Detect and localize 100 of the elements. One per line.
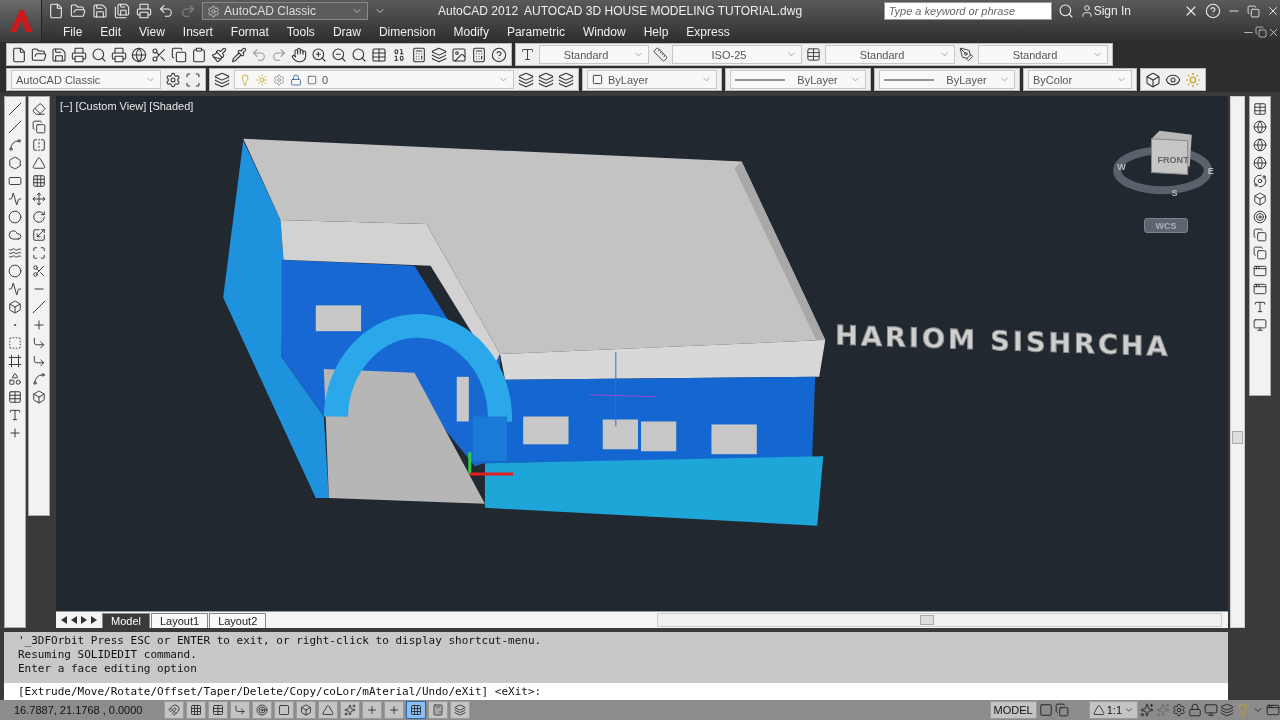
menu-item[interactable]: Format — [221, 25, 278, 39]
block-icon[interactable] — [8, 300, 22, 314]
paste-icon[interactable] — [191, 46, 207, 63]
layout-tab[interactable]: Model — [102, 613, 150, 628]
menu-item[interactable]: Draw — [323, 25, 370, 39]
layout-tab[interactable]: Layout2 — [209, 613, 267, 628]
construction-line-icon[interactable] — [8, 120, 22, 134]
new-file-icon[interactable] — [11, 46, 27, 63]
menu-item[interactable]: Modify — [444, 25, 498, 39]
annotation-scale-button[interactable]: 1:1 — [1088, 701, 1138, 719]
save-icon[interactable] — [51, 46, 67, 63]
zoom-icon[interactable] — [311, 46, 327, 63]
style-dropdown[interactable]: Standard — [539, 45, 649, 64]
property-dropdown[interactable]: ByLayer — [879, 70, 1015, 89]
cube-icon[interactable] — [1253, 192, 1267, 206]
annotation-visibility-icon[interactable] — [1140, 703, 1154, 717]
region-icon[interactable] — [8, 372, 22, 386]
binoculars-icon[interactable] — [1057, 3, 1074, 19]
window-icon[interactable] — [1253, 264, 1267, 278]
table-style-icon[interactable] — [806, 47, 821, 62]
save-as-icon[interactable] — [114, 3, 130, 19]
print-preview-icon[interactable] — [91, 46, 107, 63]
tool-palettes-icon[interactable] — [411, 46, 427, 63]
menu-item[interactable]: Help — [634, 25, 678, 39]
gradient-icon[interactable] — [8, 354, 22, 368]
zoom-window-icon[interactable] — [331, 46, 347, 63]
viewcube-drawing[interactable] — [1151, 130, 1192, 175]
style-dropdown[interactable]: ISO-25 — [672, 45, 802, 64]
text-icon[interactable] — [1253, 300, 1267, 314]
stacked-windows-icon[interactable] — [1253, 246, 1267, 260]
status-toggle[interactable] — [450, 701, 470, 719]
copy-icon[interactable] — [171, 46, 187, 63]
line-icon[interactable] — [8, 102, 22, 116]
layer-properties-icon[interactable] — [214, 71, 230, 88]
stretch-icon[interactable] — [32, 246, 46, 260]
restore-icon[interactable] — [1255, 26, 1267, 38]
leader-style-icon[interactable] — [959, 47, 974, 62]
blend-icon[interactable] — [32, 372, 46, 386]
status-toggle[interactable] — [208, 701, 228, 719]
layout-tab[interactable]: Layout1 — [150, 613, 209, 628]
break-icon[interactable] — [32, 300, 46, 314]
isolate-objects-icon[interactable] — [1220, 703, 1234, 717]
help-icon[interactable] — [491, 46, 507, 63]
publish-icon[interactable] — [111, 46, 127, 63]
chamfer-icon[interactable] — [32, 336, 46, 350]
add-icon[interactable] — [8, 426, 22, 440]
menu-item[interactable]: Edit — [91, 25, 131, 39]
status-toggle[interactable] — [252, 701, 272, 719]
windows-icon[interactable] — [1253, 228, 1267, 242]
cloud-icon[interactable] — [8, 228, 22, 242]
lock-icon[interactable] — [1188, 703, 1202, 717]
menu-item[interactable]: Insert — [173, 25, 222, 39]
sheet-set-icon[interactable] — [431, 46, 447, 63]
cut-icon[interactable] — [151, 46, 167, 63]
layer-previous-icon[interactable] — [538, 71, 554, 88]
offset-icon[interactable] — [32, 156, 46, 170]
command-line-field[interactable]: [Extrude/Move/Rotate/Offset/Taper/Delete/Copy/coLor/mAterial/Undo/eXit] <eXit>: — [4, 683, 1228, 700]
close-icon[interactable] — [1266, 4, 1280, 18]
pan-icon[interactable] — [291, 46, 307, 63]
gear-icon[interactable] — [165, 71, 181, 88]
layer-dropdown[interactable]: 0 — [234, 70, 514, 89]
layer-states-icon[interactable] — [558, 71, 574, 88]
ellipse-arc-icon[interactable] — [8, 282, 22, 296]
block-editor-icon[interactable] — [231, 46, 247, 63]
status-toggle[interactable] — [428, 701, 448, 719]
polygon-icon[interactable] — [8, 156, 22, 170]
3d-print-icon[interactable] — [131, 46, 147, 63]
monitor-icon[interactable] — [1253, 318, 1267, 332]
circle-icon[interactable] — [8, 210, 22, 224]
quick-view-drawings-icon[interactable] — [1054, 703, 1069, 717]
globe-remove-icon[interactable] — [1253, 156, 1267, 170]
status-toggle[interactable] — [384, 701, 404, 719]
properties-icon[interactable] — [371, 46, 387, 63]
status-toggle[interactable] — [318, 701, 338, 719]
window-icon[interactable] — [1253, 282, 1267, 296]
fillet-icon[interactable] — [32, 354, 46, 368]
copy-icon[interactable] — [32, 120, 46, 134]
menu-item[interactable]: Express — [677, 25, 739, 39]
calculator-icon[interactable] — [471, 46, 487, 63]
grid-icon[interactable] — [1253, 102, 1267, 116]
menu-item[interactable]: Dimension — [369, 25, 445, 39]
mirror-icon[interactable] — [32, 138, 46, 152]
menu-item[interactable]: Window — [573, 25, 635, 39]
model-space-button[interactable]: MODEL — [989, 701, 1037, 719]
rotate-icon[interactable] — [32, 210, 46, 224]
print-icon[interactable] — [136, 3, 152, 19]
undo-icon[interactable] — [158, 3, 174, 19]
quick-view-layouts-icon[interactable] — [1038, 703, 1053, 717]
menu-item[interactable]: Parametric — [497, 25, 574, 39]
polyline-icon[interactable] — [8, 138, 22, 152]
style-dropdown[interactable]: Standard — [978, 45, 1108, 64]
hatch-icon[interactable] — [8, 336, 22, 350]
markup-icon[interactable] — [451, 46, 467, 63]
hardware-acceleration-icon[interactable] — [1204, 703, 1218, 717]
status-toggle[interactable] — [406, 701, 426, 719]
property-dropdown[interactable]: ByLayer — [587, 70, 717, 89]
spline-icon[interactable] — [8, 246, 22, 260]
design-center-icon[interactable] — [391, 46, 407, 63]
style-dropdown[interactable]: Standard — [825, 45, 955, 64]
status-toggle[interactable] — [274, 701, 294, 719]
